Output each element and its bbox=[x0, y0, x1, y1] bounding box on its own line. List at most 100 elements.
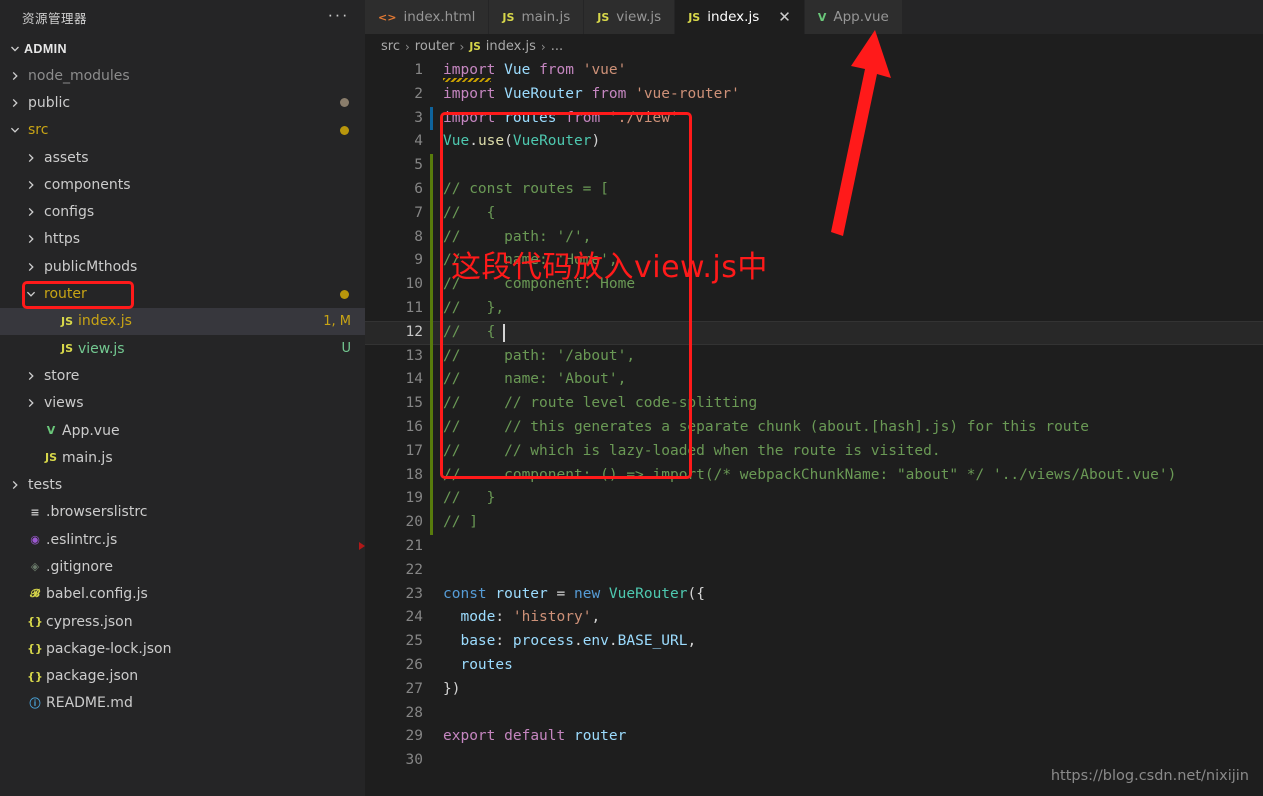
tree-item-label: public bbox=[28, 94, 71, 111]
code-line[interactable]: 18 // component: () => import(/* webpackC… bbox=[365, 463, 1263, 488]
line-number: 16 bbox=[405, 418, 423, 435]
tree-item-label: README.md bbox=[46, 695, 133, 712]
file-type-icon: V bbox=[46, 424, 56, 437]
close-icon[interactable]: ✕ bbox=[778, 9, 791, 25]
code-line[interactable]: 20 // ] bbox=[365, 511, 1263, 535]
tree-item-label: router bbox=[44, 286, 87, 303]
code-line[interactable]: 10 // component: Home bbox=[365, 273, 1263, 297]
code-line[interactable]: 6 // const routes = [ bbox=[365, 177, 1263, 202]
breadcrumb-router[interactable]: router bbox=[415, 39, 455, 54]
tree-item--browserslistrc[interactable]: ≡ .browserslistrc bbox=[0, 499, 365, 526]
code-line[interactable]: 4 Vue.use(VueRouter) bbox=[365, 130, 1263, 154]
code-line[interactable]: 11 // }, bbox=[365, 296, 1263, 321]
tree-item-label: assets bbox=[44, 149, 89, 166]
tree-item-index-js[interactable]: JS index.js 1, M bbox=[0, 307, 365, 335]
tree-item-tests[interactable]: tests bbox=[0, 471, 365, 498]
tree-item-cypress-json[interactable]: {} cypress.json bbox=[0, 608, 365, 635]
tab-index-js[interactable]: JS index.js ✕ bbox=[675, 0, 805, 34]
line-number: 1 bbox=[414, 62, 423, 78]
tree-item-src[interactable]: src bbox=[0, 117, 365, 144]
tree-item-main-js[interactable]: JS main.js bbox=[0, 444, 365, 471]
tab-view-js[interactable]: JS view.js bbox=[584, 0, 676, 34]
tree-item-package-lock-json[interactable]: {} package-lock.json bbox=[0, 635, 365, 662]
tree-item--gitignore[interactable]: ◈ .gitignore bbox=[0, 553, 365, 580]
code-line[interactable]: 22 bbox=[365, 559, 1263, 583]
code-line-text: // { bbox=[443, 323, 496, 340]
code-line[interactable]: 12 // { bbox=[365, 320, 1263, 345]
tree-item-babel-config-js[interactable]: 𝓑babel.config.js bbox=[0, 581, 365, 608]
git-gutter-mark bbox=[430, 154, 433, 178]
chevron-right-icon bbox=[22, 153, 40, 163]
code-editor[interactable]: 1 import Vue from 'vue' 2 import VueRouter … bbox=[359, 59, 1263, 796]
line-number: 3 bbox=[414, 109, 423, 126]
tree-item-https[interactable]: https bbox=[0, 226, 365, 253]
code-line[interactable]: 14 // name: 'About', bbox=[365, 368, 1263, 393]
code-line[interactable]: 23 const router = new VueRouter({ bbox=[365, 583, 1263, 607]
tree-item-label: store bbox=[44, 367, 80, 384]
file-type-icon: ◉ bbox=[30, 533, 40, 547]
tab-app-vue[interactable]: V App.vue bbox=[804, 0, 903, 34]
code-line[interactable]: 15 // // route level code-splitting bbox=[365, 392, 1263, 416]
line-number: 22 bbox=[405, 561, 423, 578]
editor-pane: <> index.html JS main.js JS view.js JS index.js… bbox=[359, 0, 1263, 796]
code-line[interactable]: 29 export default router bbox=[365, 725, 1263, 749]
code-line[interactable]: 27}) bbox=[365, 678, 1263, 702]
code-line[interactable]: 2 import VueRouter from 'vue-router' bbox=[365, 83, 1263, 107]
line-number: 7 bbox=[414, 204, 423, 221]
more-actions-icon[interactable]: ··· bbox=[328, 6, 349, 25]
tree-item-configs[interactable]: configs bbox=[0, 198, 365, 225]
code-line[interactable]: 8 // path: '/', bbox=[365, 225, 1263, 250]
code-line[interactable]: 28 bbox=[365, 702, 1263, 726]
tree-item-label: views bbox=[44, 395, 84, 412]
tree-item-label: components bbox=[44, 176, 131, 193]
tree-item-assets[interactable]: assets bbox=[0, 144, 365, 171]
code-line[interactable]: 21 bbox=[359, 535, 1263, 559]
explorer-root-admin[interactable]: ADMIN bbox=[0, 35, 365, 62]
chevron-right-icon bbox=[22, 262, 40, 272]
breadcrumb-symbols[interactable]: ... bbox=[551, 39, 563, 54]
code-line[interactable]: 25 base: process.env.BASE_URL, bbox=[365, 630, 1263, 654]
tree-item-router[interactable]: router bbox=[0, 280, 365, 307]
code-line[interactable]: 5 bbox=[365, 154, 1263, 178]
code-line-text: // const routes = [ bbox=[443, 180, 609, 197]
breadcrumb-indexjs[interactable]: index.js bbox=[486, 39, 536, 54]
file-type-icon: ≡ bbox=[30, 505, 40, 519]
code-line[interactable]: 19 // } bbox=[365, 487, 1263, 512]
tree-item-view-js[interactable]: JS view.js U bbox=[0, 335, 365, 362]
code-line[interactable]: 26 routes bbox=[365, 654, 1263, 678]
tree-item-views[interactable]: views bbox=[0, 390, 365, 417]
breadcrumb-src[interactable]: src bbox=[381, 39, 400, 54]
tree-item-readme-md[interactable]: ⓘ README.md bbox=[0, 690, 365, 717]
code-line-text: // }, bbox=[443, 299, 505, 316]
code-line[interactable]: 17 // // which is lazy-loaded when the ro… bbox=[365, 439, 1263, 464]
code-line[interactable]: 9 // name: 'Home', bbox=[365, 249, 1263, 274]
breadcrumb: src › router › JS index.js › ... bbox=[365, 34, 1263, 59]
code-line[interactable]: 24 mode: 'history', bbox=[365, 606, 1263, 630]
tree-item-components[interactable]: components bbox=[0, 171, 365, 198]
tree-item-node-modules[interactable]: node_modules bbox=[0, 62, 365, 89]
chevron-down-icon bbox=[22, 289, 40, 299]
code-line[interactable]: 1 import Vue from 'vue' bbox=[365, 59, 1263, 83]
tab-main-js[interactable]: JS main.js bbox=[489, 0, 585, 34]
tree-item-publicmthods[interactable]: publicMthods bbox=[0, 253, 365, 280]
git-status-badge: U bbox=[341, 341, 351, 357]
line-number: 6 bbox=[414, 180, 423, 197]
git-status-dot bbox=[340, 98, 349, 108]
tree-item-store[interactable]: store bbox=[0, 362, 365, 389]
line-number: 18 bbox=[405, 466, 423, 483]
tab-index-html[interactable]: <> index.html bbox=[365, 0, 490, 34]
tree-item-app-vue[interactable]: V App.vue bbox=[0, 417, 365, 444]
tree-item--eslintrc-js[interactable]: ◉ .eslintrc.js bbox=[0, 526, 365, 553]
fold-marker-icon[interactable] bbox=[359, 541, 365, 550]
tree-item-public[interactable]: public bbox=[0, 89, 365, 116]
git-gutter-mark bbox=[430, 463, 433, 488]
code-line-text: base: process.env.BASE_URL, bbox=[460, 633, 697, 650]
code-line[interactable]: 7 // { bbox=[365, 201, 1263, 226]
line-number: 12 bbox=[405, 323, 423, 340]
code-line[interactable]: 13 // path: '/about', bbox=[365, 344, 1263, 369]
code-line[interactable]: 3 import routes from './view' bbox=[365, 106, 1263, 131]
tree-item-package-json[interactable]: {} package.json bbox=[0, 663, 365, 690]
code-line[interactable]: 16 // // this generates a separate chunk … bbox=[365, 415, 1263, 440]
code-line-text: // component: Home bbox=[443, 276, 636, 293]
tree-item-label: tests bbox=[28, 477, 63, 494]
